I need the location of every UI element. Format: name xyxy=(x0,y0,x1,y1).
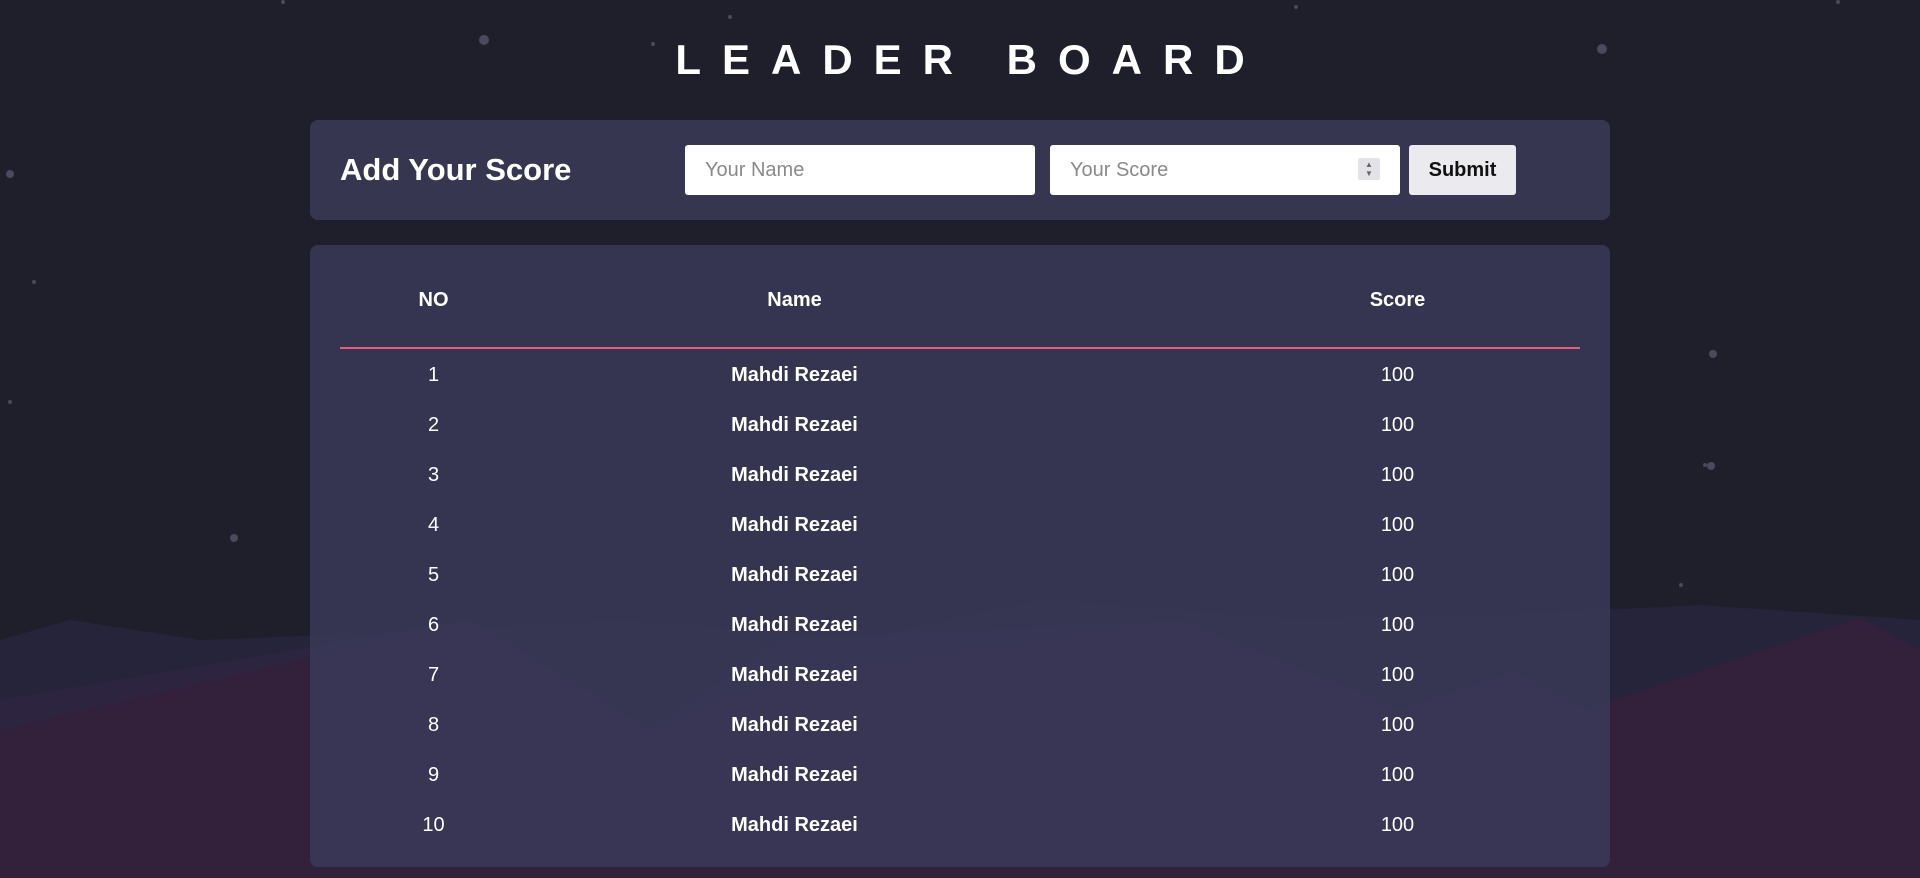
row-score: 100 xyxy=(1380,764,1415,786)
column-header-score: Score xyxy=(1369,289,1426,311)
row-rank: 2 xyxy=(427,414,440,436)
row-score: 100 xyxy=(1380,464,1415,486)
chevron-down-icon[interactable]: ▼ xyxy=(1365,169,1373,178)
score-input[interactable] xyxy=(1050,145,1400,195)
table-row: 7 Mahdi Rezaei 100 xyxy=(340,650,1580,700)
leaderboard-table: NO Name Score 1 Mahdi Rezaei 100 2 Mahdi… xyxy=(310,245,1610,867)
add-score-panel: Add Your Score ▲ ▼ Submit xyxy=(310,120,1610,220)
add-score-title: Add Your Score xyxy=(340,152,572,187)
name-input[interactable] xyxy=(685,145,1035,195)
column-header-name: Name xyxy=(767,289,822,311)
stepper-arrows-icon[interactable]: ▲ ▼ xyxy=(1358,158,1380,180)
table-row: 10 Mahdi Rezaei 100 xyxy=(340,800,1580,850)
row-rank: 10 xyxy=(422,814,445,836)
row-name: Mahdi Rezaei xyxy=(731,564,858,586)
row-name: Mahdi Rezaei xyxy=(731,614,858,636)
table-row: 3 Mahdi Rezaei 100 xyxy=(340,450,1580,500)
row-rank: 1 xyxy=(427,364,440,386)
table-row: 8 Mahdi Rezaei 100 xyxy=(340,700,1580,750)
table-row: 5 Mahdi Rezaei 100 xyxy=(340,550,1580,600)
row-score: 100 xyxy=(1380,614,1415,636)
table-header: NO Name Score xyxy=(340,285,1580,349)
row-name: Mahdi Rezaei xyxy=(731,664,858,686)
table-row: 2 Mahdi Rezaei 100 xyxy=(340,400,1580,450)
page-title: LEADER BOARD xyxy=(675,36,1266,83)
row-score: 100 xyxy=(1380,714,1415,736)
row-name: Mahdi Rezaei xyxy=(731,464,858,486)
row-score: 100 xyxy=(1380,814,1415,836)
row-name: Mahdi Rezaei xyxy=(731,814,858,836)
chevron-up-icon[interactable]: ▲ xyxy=(1365,160,1373,169)
table-row: 9 Mahdi Rezaei 100 xyxy=(340,750,1580,800)
row-score: 100 xyxy=(1380,364,1415,386)
table-row: 1 Mahdi Rezaei 100 xyxy=(340,350,1580,400)
row-name: Mahdi Rezaei xyxy=(731,764,858,786)
table-row: 4 Mahdi Rezaei 100 xyxy=(340,500,1580,550)
row-rank: 9 xyxy=(427,764,440,786)
row-score: 100 xyxy=(1380,564,1415,586)
column-header-no: NO xyxy=(418,289,449,311)
row-name: Mahdi Rezaei xyxy=(731,714,858,736)
row-score: 100 xyxy=(1380,514,1415,536)
row-name: Mahdi Rezaei xyxy=(731,514,858,536)
score-field: ▲ ▼ xyxy=(1050,145,1400,195)
row-score: 100 xyxy=(1380,414,1415,436)
row-rank: 5 xyxy=(427,564,440,586)
row-score: 100 xyxy=(1380,664,1415,686)
row-rank: 3 xyxy=(427,464,440,486)
row-rank: 8 xyxy=(427,714,440,736)
row-name: Mahdi Rezaei xyxy=(731,414,858,436)
row-rank: 6 xyxy=(427,614,440,636)
row-rank: 4 xyxy=(427,514,440,536)
row-name: Mahdi Rezaei xyxy=(731,364,858,386)
submit-button[interactable]: Submit xyxy=(1409,145,1516,195)
row-rank: 7 xyxy=(427,664,440,686)
table-row: 6 Mahdi Rezaei 100 xyxy=(340,600,1580,650)
